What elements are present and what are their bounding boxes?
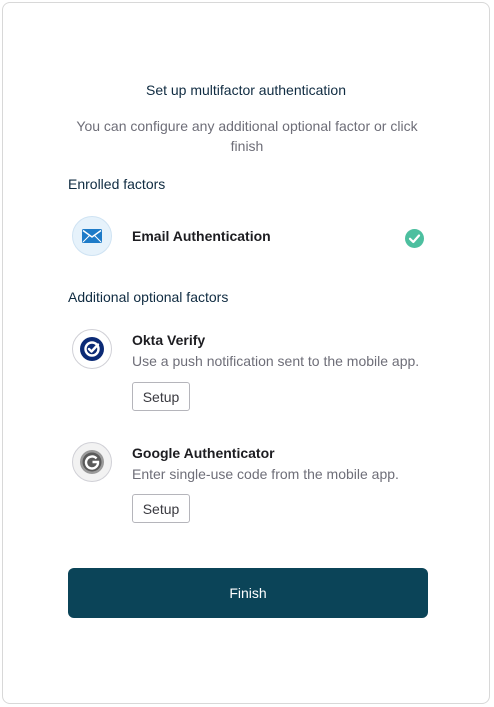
mfa-setup-card: Set up multifactor authentication You ca… (2, 2, 490, 704)
email-authentication-label: Email Authentication (132, 228, 271, 244)
google-authenticator-icon (72, 442, 112, 482)
google-authenticator-description: Enter single-use code from the mobile ap… (132, 466, 399, 482)
okta-verify-description: Use a push notification sent to the mobi… (132, 353, 420, 369)
optional-factors-heading: Additional optional factors (68, 289, 229, 305)
google-authenticator-setup-button[interactable]: Setup (132, 494, 190, 523)
email-icon (72, 216, 112, 256)
page-subtitle: You can configure any additional optiona… (76, 118, 418, 154)
google-authenticator-label: Google Authenticator (132, 445, 275, 461)
page-title: Set up multifactor authentication (145, 82, 346, 98)
finish-button[interactable]: Finish (68, 568, 428, 618)
okta-verify-label: Okta Verify (132, 332, 206, 348)
okta-verify-icon (72, 329, 112, 369)
check-circle-icon (405, 229, 424, 248)
okta-verify-setup-button[interactable]: Setup (132, 382, 190, 411)
enrolled-factors-heading: Enrolled factors (68, 176, 166, 192)
